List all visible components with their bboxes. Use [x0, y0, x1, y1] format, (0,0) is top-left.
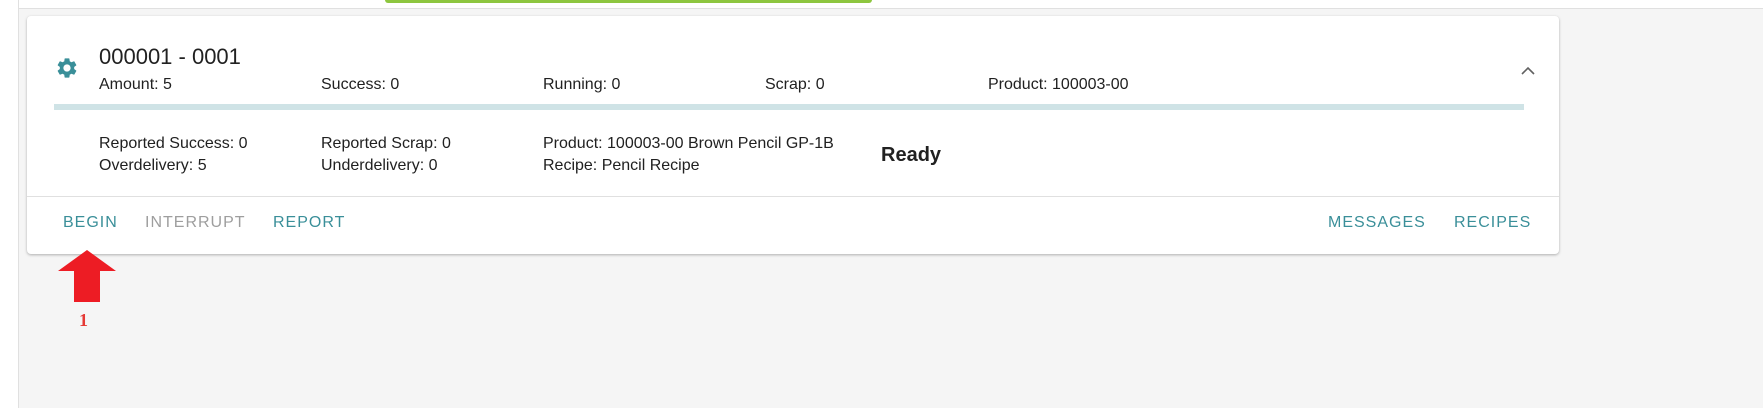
recipe-detail: Recipe: Pencil Recipe [543, 157, 700, 174]
recipes-button[interactable]: RECIPES [1454, 214, 1531, 232]
gear-icon [57, 58, 77, 78]
card-divider [27, 196, 1559, 197]
interrupt-button[interactable]: INTERRUPT [145, 214, 246, 232]
order-card: 000001 - 0001 Amount: 5 Success: 0 Runni… [27, 16, 1559, 254]
success-stat: Success: 0 [321, 76, 400, 93]
progress-bar [54, 104, 1524, 110]
scrap-stat: Scrap: 0 [765, 76, 825, 93]
reported-scrap: Reported Scrap: 0 [321, 135, 451, 152]
product-detail: Product: 100003-00 Brown Pencil GP-1B [543, 135, 834, 152]
amount-stat: Amount: 5 [99, 76, 172, 93]
underdelivery: Underdelivery: 0 [321, 157, 438, 174]
arrow-up-icon [58, 250, 116, 302]
messages-button[interactable]: MESSAGES [1328, 214, 1426, 232]
top-tab-indicator [385, 0, 872, 3]
overdelivery: Overdelivery: 5 [99, 157, 207, 174]
reported-success: Reported Success: 0 [99, 135, 248, 152]
report-button[interactable]: REPORT [273, 214, 345, 232]
top-divider [19, 8, 1763, 9]
left-rail [0, 0, 19, 408]
begin-button[interactable]: BEGIN [63, 214, 118, 232]
order-title: 000001 - 0001 [99, 44, 241, 69]
running-stat: Running: 0 [543, 76, 621, 93]
product-stat: Product: 100003-00 [988, 76, 1129, 93]
annotation-step-number: 1 [79, 310, 88, 330]
status-label: Ready [881, 144, 942, 166]
chevron-up-icon[interactable] [1519, 62, 1537, 80]
